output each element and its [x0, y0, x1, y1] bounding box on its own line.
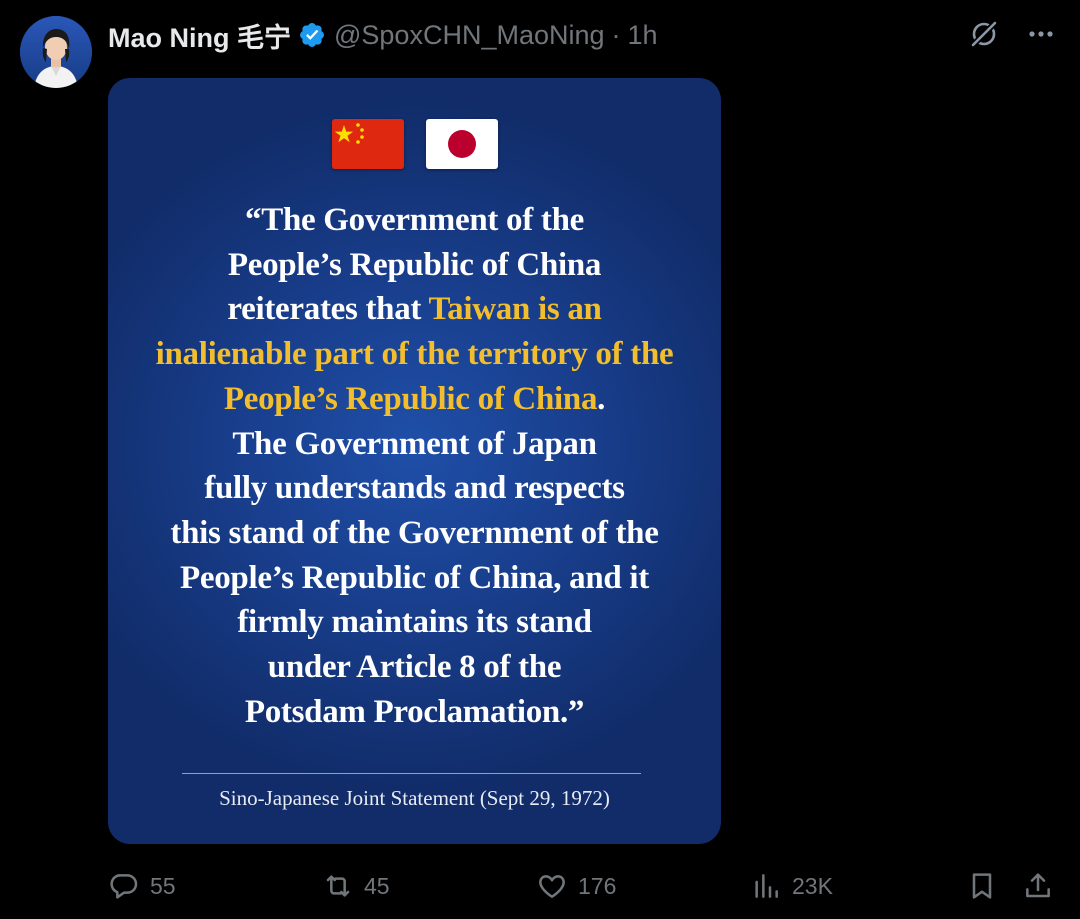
share-button[interactable] [1022, 866, 1054, 906]
quote-line: this stand of the Government of the [170, 514, 659, 551]
repost-button[interactable]: 45 [322, 866, 390, 906]
flags-row [108, 119, 721, 169]
author-handle[interactable]: @SpoxCHN_MaoNing [334, 20, 605, 51]
quote-source: Sino-Japanese Joint Statement (Sept 29, … [219, 786, 610, 810]
quote-line: under Article 8 of the [267, 649, 562, 686]
heart-icon [539, 875, 565, 898]
quote-line: People’s Republic of China, and it [180, 559, 649, 596]
quote-line: The Government of Japan [232, 425, 597, 462]
quote-text: “The Government of the People’s Republic… [108, 198, 721, 734]
views-button[interactable]: 23K [750, 866, 833, 906]
media-image-card[interactable]: “The Government of the People’s Republic… [108, 78, 721, 844]
quote-line: firmly maintains its stand [237, 604, 592, 641]
quote-line: People’s Republic of China. [108, 377, 721, 422]
quote-line: People’s Republic of China [227, 246, 602, 283]
views-count: 23K [792, 872, 833, 899]
tweet: Mao Ning 毛宁 @SpoxCHN_MaoNing · 1h “The G… [0, 0, 1080, 919]
avatar-image [20, 16, 92, 88]
author-display-name[interactable]: Mao Ning 毛宁 [108, 16, 291, 55]
quote-line: reiterates that Taiwan is an [108, 287, 721, 332]
quote-highlight: inalienable part of the territory of the [155, 336, 674, 373]
repost-count: 45 [364, 872, 390, 899]
more-icon[interactable] [1026, 19, 1056, 49]
share-icon [1026, 873, 1050, 898]
grok-icon[interactable] [968, 18, 1000, 50]
repost-icon [326, 875, 350, 897]
reply-button[interactable]: 55 [108, 866, 176, 906]
japan-flag [425, 119, 498, 169]
reply-count: 55 [150, 872, 176, 899]
verified-badge-icon[interactable] [298, 21, 326, 49]
bookmark-button[interactable] [966, 866, 998, 906]
post-time[interactable]: 1h [628, 20, 658, 51]
tweet-header: Mao Ning 毛宁 @SpoxCHN_MaoNing · 1h [108, 16, 658, 55]
like-button[interactable]: 176 [536, 866, 616, 906]
bookmark-icon [972, 873, 992, 899]
quote-line: fully understands and respects [204, 470, 625, 507]
divider [182, 773, 641, 774]
top-actions [968, 18, 1056, 50]
quote-highlight: Taiwan is an [428, 291, 602, 328]
reply-icon [110, 874, 138, 899]
separator-dot: · [611, 19, 621, 50]
quote-line-suffix: . [597, 380, 606, 417]
action-bar: 55 45 176 23K [108, 866, 1058, 906]
quote-line: Potsdam Proclamation.” [244, 693, 585, 730]
quote-line-prefix: reiterates that [227, 291, 429, 328]
avatar[interactable] [20, 16, 92, 88]
quote-line: “The Government of the [245, 202, 584, 238]
like-count: 176 [578, 872, 617, 899]
quote-highlight: People’s Republic of China [223, 380, 598, 417]
china-flag [331, 119, 404, 169]
views-icon [755, 874, 778, 898]
